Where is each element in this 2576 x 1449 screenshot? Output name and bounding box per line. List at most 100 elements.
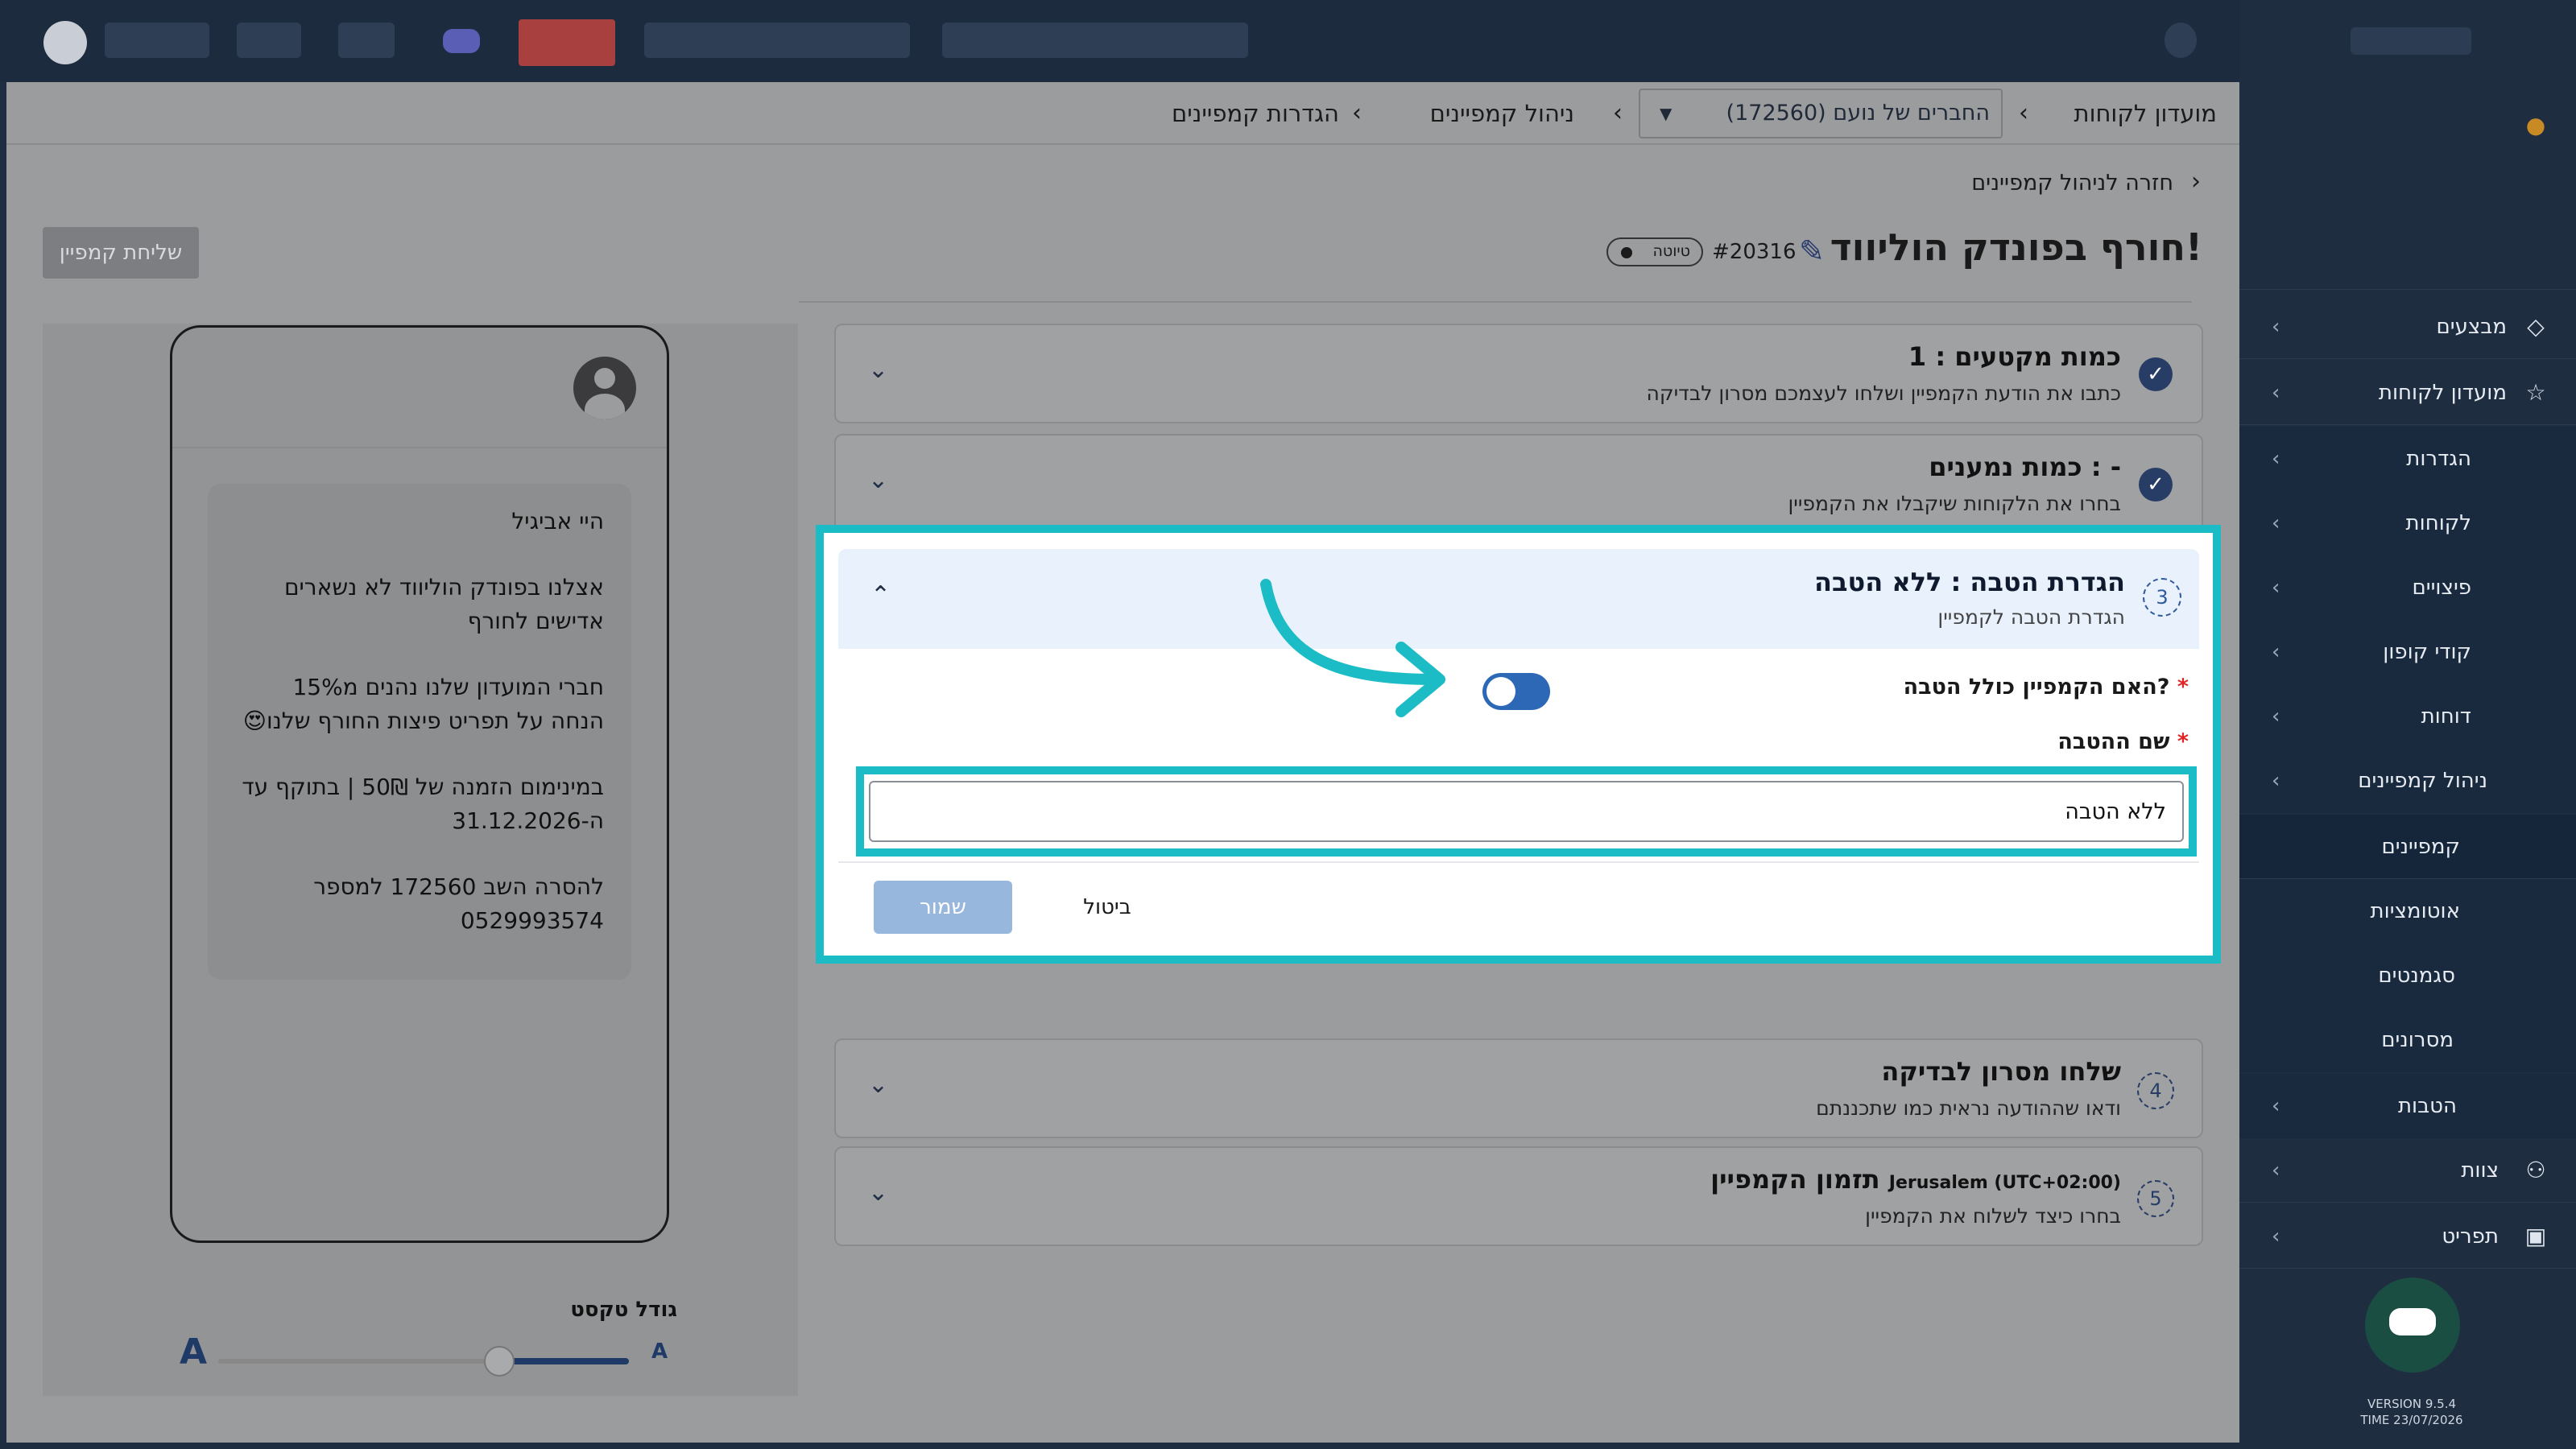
chevron-left-icon: ‹	[2272, 447, 2280, 471]
brand-name	[2351, 27, 2471, 55]
avatar-icon	[573, 357, 636, 419]
sidebar-item-coupons[interactable]: קודי קופון ‹	[2239, 620, 2576, 684]
chevron-down-icon[interactable]: ⌄	[868, 356, 888, 384]
chevron-down-icon[interactable]: ⌄	[868, 1179, 888, 1207]
back-to-campaigns-link[interactable]: חזרה לניהול קמפיינים	[1971, 171, 2173, 196]
benefit-name-input[interactable]	[869, 781, 2184, 842]
send-campaign-button[interactable]: שליחת קמפיין	[43, 227, 199, 279]
includes-benefit-toggle[interactable]	[1482, 673, 1550, 710]
toggle-knob	[1486, 677, 1515, 706]
sidebar-item-blurred[interactable]	[2239, 161, 2576, 225]
divider	[838, 861, 2199, 863]
sidebar-item-label: קודי קופון	[2383, 640, 2471, 664]
sidebar-item-segments[interactable]: סגמנטים	[2239, 943, 2576, 1008]
sidebar-item-label: סגמנטים	[2378, 964, 2455, 988]
cancel-button[interactable]: ביטול	[1059, 881, 1156, 934]
step-benefit-header[interactable]: 3 הגדרת הטבה : ללא הטבה הגדרת הטבה לקמפי…	[838, 549, 2199, 649]
sidebar-item-sms[interactable]: מסרונים	[2239, 1008, 2576, 1072]
chevron-left-icon: ‹	[2272, 511, 2280, 535]
sidebar-item-label: תפריט	[2442, 1224, 2499, 1249]
chevron-left-icon: ‹	[2019, 99, 2028, 127]
text-size-label: גודל טקסט	[570, 1298, 677, 1322]
message-line: אצלנו בפונדק הוליווד לא נשארים אדישים לח…	[283, 574, 604, 634]
edit-pencil-icon[interactable]: ✎	[1799, 233, 1825, 269]
chevron-left-icon: ‹	[2272, 381, 2280, 405]
chevron-down-icon[interactable]: ⌄	[868, 466, 888, 494]
chat-support-button[interactable]	[2365, 1278, 2460, 1373]
sidebar-item-label: צוות	[2461, 1158, 2499, 1183]
sidebar-item-label: פיצויים	[2412, 576, 2471, 600]
step-schedule[interactable]: 5 תזמון הקמפיין Jerusalem (UTC+02:00) בח…	[834, 1146, 2203, 1246]
chevron-left-icon: ‹	[2272, 769, 2280, 793]
message-line: חברי המועדון שלנו נהנים מ15% הנחה על תפר…	[242, 674, 604, 734]
preview-panel: היי אביגיל אצלנו בפונדק הוליווד לא נשארי…	[43, 324, 798, 1396]
step-number: 4	[2137, 1072, 2174, 1109]
step-segments[interactable]: ✓ כמות מקטעים : 1 כתבו את הודעת הקמפיין …	[834, 324, 2203, 423]
sidebar-item-blurred[interactable]: ●	[2239, 93, 2576, 158]
topbar-icon[interactable]	[338, 23, 395, 58]
step-test-sms[interactable]: 4 שלחו מסרון לבדיקה ודאו שההודעה נראית כ…	[834, 1038, 2203, 1138]
sidebar-item-label: ניהול קמפיינים	[2358, 769, 2487, 793]
sidebar-item-label: קמפיינים	[2381, 835, 2460, 859]
sidebar-item-automations[interactable]: אוטומציות	[2239, 879, 2576, 943]
step-recipients[interactable]: ✓ כמות נמענים : - בחרו את הלקוחות שיקבלו…	[834, 434, 2203, 534]
campaign-id: #20316	[1712, 240, 1797, 264]
required-asterisk: *	[2177, 729, 2189, 754]
sidebar-item-settings[interactable]: הגדרות ‹	[2239, 427, 2576, 491]
topbar-item	[644, 23, 910, 58]
check-circle-icon: ✓	[2139, 357, 2173, 391]
sidebar-item-compensations[interactable]: פיצויים ‹	[2239, 555, 2576, 620]
topbar-item[interactable]	[105, 23, 209, 58]
message-line: במינימום הזמנה של 50₪ | בתוקף עד ה-31.12…	[242, 774, 604, 834]
chevron-left-icon: ‹	[2272, 1224, 2280, 1249]
sidebar-item-blurred[interactable]	[2239, 225, 2576, 290]
club-select-value: החברים של נועם (172560)	[1726, 101, 1990, 126]
sidebar-item-label: אוטומציות	[2370, 899, 2460, 923]
sidebar-item-club[interactable]: ☆ מועדון לקוחות ‹	[2239, 361, 2576, 425]
sidebar: ● ◇ מבצעים ‹ ☆ מועדון לקוחות ‹ הגדרות ‹ …	[2239, 0, 2576, 1449]
topbar-badge-icon[interactable]	[443, 29, 480, 53]
step-title: כמות נמענים : -	[1929, 452, 2121, 482]
topbar-alert-button[interactable]	[519, 19, 615, 66]
sidebar-item-label: מסרונים	[2381, 1028, 2454, 1052]
tutorial-arrow-icon	[1260, 579, 1445, 717]
breadcrumb-manage[interactable]: ניהול קמפיינים	[1430, 82, 1574, 145]
sidebar-item-customers[interactable]: לקוחות ‹	[2239, 491, 2576, 555]
chevron-down-icon[interactable]: ⌄	[868, 1071, 888, 1099]
phone-preview: היי אביגיל אצלנו בפונדק הוליווד לא נשארי…	[170, 325, 669, 1243]
step-description: בחרו את הלקוחות שיקבלו את הקמפיין	[1788, 492, 2121, 515]
club-select[interactable]: החברים של נועם (172560) ▼	[1639, 89, 2003, 138]
sidebar-item-reports[interactable]: דוחות ‹	[2239, 684, 2576, 749]
benefit-name-highlight	[856, 766, 2197, 857]
breadcrumb-root[interactable]: מועדון לקוחות	[2074, 82, 2217, 145]
page-title: חורף בפונדק הוליווד!	[1830, 225, 2202, 269]
topbar-icon[interactable]	[237, 23, 301, 58]
text-size-slider[interactable]	[218, 1344, 629, 1377]
sidebar-item-promotions[interactable]: ◇ מבצעים ‹	[2239, 295, 2576, 359]
phone-header	[172, 328, 667, 448]
chevron-up-icon[interactable]: ⌃	[870, 581, 891, 609]
divider	[799, 301, 2192, 303]
step-title: הגדרת הטבה : ללא הטבה	[1813, 567, 2125, 597]
sidebar-item-label: דוחות	[2421, 704, 2471, 729]
step-number: 3	[2143, 578, 2181, 617]
status-label: טיוטה	[1652, 242, 1690, 260]
save-button[interactable]: שמור	[874, 881, 1012, 934]
sidebar-item-menu[interactable]: ▣ תפריט ‹	[2239, 1204, 2576, 1269]
message-bubble: היי אביגיל אצלנו בפונדק הוליווד לא נשארי…	[208, 484, 631, 980]
sidebar-item-team[interactable]: ⚇ צוות ‹	[2239, 1138, 2576, 1203]
slider-handle[interactable]	[484, 1346, 515, 1377]
team-icon: ⚇	[2525, 1157, 2546, 1183]
status-badge: טיוטה	[1606, 237, 1703, 266]
breadcrumb: מועדון לקוחות ‹ החברים של נועם (172560) …	[6, 82, 2239, 145]
step-benefit-panel: 3 הגדרת הטבה : ללא הטבה הגדרת הטבה לקמפי…	[816, 525, 2221, 964]
sidebar-item-campaigns[interactable]: קמפיינים	[2239, 815, 2576, 879]
includes-benefit-label: האם הקמפיין כולל הטבה? *	[1904, 675, 2189, 700]
sidebar-item-campaign-management[interactable]: ניהול קמפיינים ‹	[2239, 749, 2576, 813]
sidebar-item-label: הטבות	[2397, 1094, 2457, 1118]
version-label: VERSION 9.5.4	[2367, 1397, 2457, 1411]
chevron-right-icon: ›	[2191, 167, 2201, 196]
sidebar-item-benefits[interactable]: הטבות ‹	[2239, 1074, 2576, 1138]
sidebar-item-label: מבצעים	[2436, 315, 2507, 339]
topbar-user-icon[interactable]	[2165, 23, 2197, 58]
